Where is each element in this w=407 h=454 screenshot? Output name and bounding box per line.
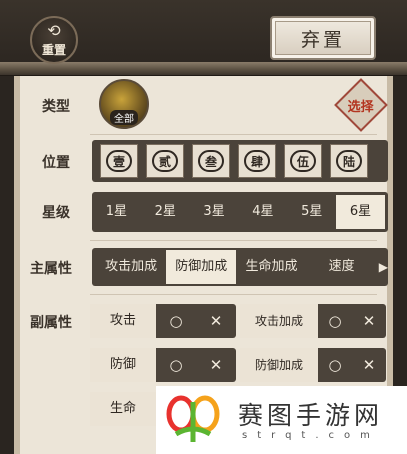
sub-attr-name: 生命 bbox=[90, 392, 156, 426]
refresh-icon: ⟲ bbox=[47, 20, 61, 40]
position-slot-4[interactable]: 肆 bbox=[238, 144, 276, 178]
position-slot-2[interactable]: 贰 bbox=[146, 144, 184, 178]
sub-attr-label: 副属性 bbox=[30, 315, 72, 331]
star-label: 星级 bbox=[42, 205, 70, 221]
include-icon[interactable]: ○ bbox=[156, 356, 196, 374]
star-option-6[interactable]: 6星 bbox=[336, 195, 385, 229]
watermark-url: strqt.com bbox=[242, 430, 380, 441]
reset-button[interactable]: ⟲ 重置 bbox=[30, 16, 78, 64]
star-option-5[interactable]: 5星 bbox=[287, 195, 336, 229]
main-attr-group: 攻击加成 防御加成 生命加成 速度 ▶ bbox=[92, 248, 388, 286]
select-button[interactable]: 选择 bbox=[334, 78, 388, 132]
sub-attr-name: 防御加成 bbox=[240, 348, 318, 382]
type-label: 类型 bbox=[42, 99, 70, 115]
exclude-icon[interactable]: ✕ bbox=[352, 312, 386, 330]
star-group: 1星 2星 3星 4星 5星 6星 bbox=[92, 192, 388, 232]
type-value-tag: 全部 bbox=[110, 110, 138, 125]
include-icon[interactable]: ○ bbox=[318, 356, 352, 374]
reset-label: 重置 bbox=[41, 42, 66, 57]
type-all-medallion[interactable]: 全部 bbox=[99, 79, 149, 129]
sub-attr-attack-pct: 攻击加成 ○ ✕ bbox=[240, 304, 386, 338]
divider bbox=[90, 240, 377, 241]
position-label: 位置 bbox=[42, 155, 70, 171]
sub-attr-name: 攻击加成 bbox=[240, 304, 318, 338]
position-group: 壹 贰 叁 肆 伍 陆 bbox=[92, 140, 388, 182]
star-option-3[interactable]: 3星 bbox=[190, 195, 239, 229]
main-attr-option-defense-pct[interactable]: 防御加成 bbox=[166, 250, 237, 284]
main-attr-option-hp-pct[interactable]: 生命加成 bbox=[236, 250, 306, 284]
star-option-2[interactable]: 2星 bbox=[141, 195, 190, 229]
divider bbox=[90, 294, 377, 295]
sub-attr-attack: 攻击 ○ ✕ bbox=[90, 304, 236, 338]
select-label: 选择 bbox=[347, 99, 375, 115]
watermark-text: 赛图手游网 bbox=[238, 401, 384, 430]
star-option-1[interactable]: 1星 bbox=[92, 195, 141, 229]
main-attr-option-attack-pct[interactable]: 攻击加成 bbox=[96, 250, 166, 284]
scroll-rod bbox=[0, 62, 407, 76]
position-slot-6[interactable]: 陆 bbox=[330, 144, 368, 178]
main-attr-option-speed[interactable]: 速度 bbox=[307, 250, 377, 284]
scroll-right-icon[interactable]: ▶ bbox=[379, 260, 388, 274]
sub-attr-name: 攻击 bbox=[90, 304, 156, 338]
exclude-icon[interactable]: ✕ bbox=[196, 312, 236, 330]
include-icon[interactable]: ○ bbox=[156, 312, 196, 330]
exclude-icon[interactable]: ✕ bbox=[196, 356, 236, 374]
position-slot-1[interactable]: 壹 bbox=[100, 144, 138, 178]
sub-attr-defense-pct: 防御加成 ○ ✕ bbox=[240, 348, 386, 382]
watermark: 赛图手游网 strqt.com bbox=[156, 386, 407, 454]
exclude-icon[interactable]: ✕ bbox=[352, 356, 386, 374]
main-attr-label: 主属性 bbox=[30, 261, 72, 277]
include-icon[interactable]: ○ bbox=[318, 312, 352, 330]
discard-button[interactable]: 弃置 bbox=[270, 16, 376, 60]
position-slot-5[interactable]: 伍 bbox=[284, 144, 322, 178]
butterfly-logo-icon bbox=[166, 395, 220, 442]
sub-attr-defense: 防御 ○ ✕ bbox=[90, 348, 236, 382]
position-slot-3[interactable]: 叁 bbox=[192, 144, 230, 178]
star-option-4[interactable]: 4星 bbox=[238, 195, 287, 229]
divider bbox=[90, 134, 377, 135]
sub-attr-name: 防御 bbox=[90, 348, 156, 382]
